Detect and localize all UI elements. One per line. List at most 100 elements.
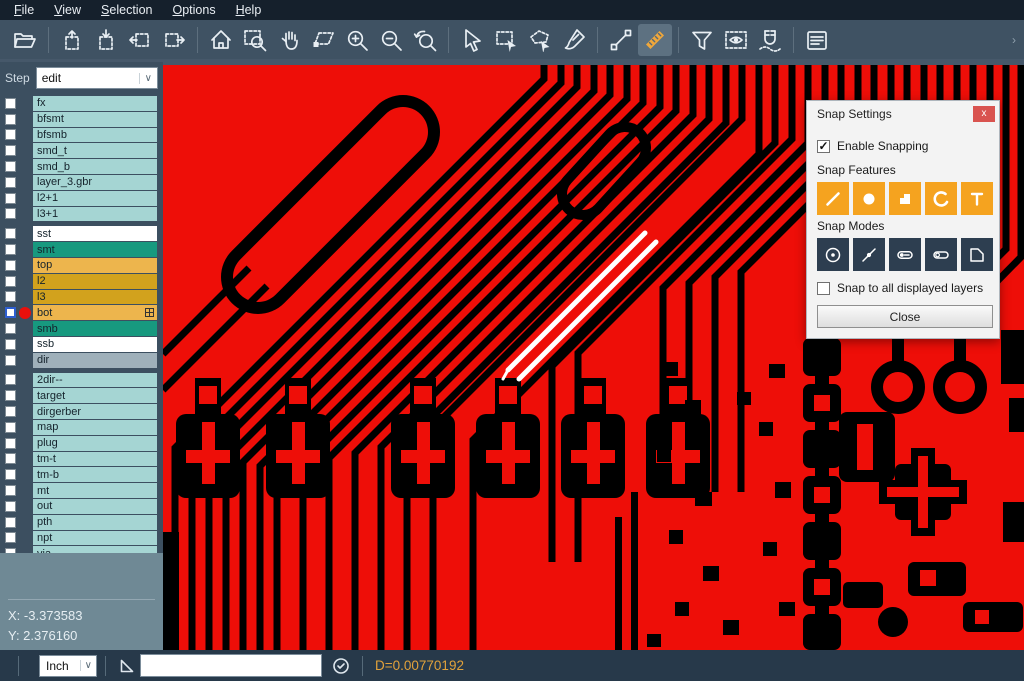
layer-row-l3[interactable]: l3	[0, 290, 163, 305]
layer-name[interactable]: target	[33, 388, 157, 403]
snap-all-layers-row[interactable]: Snap to all displayed layers	[817, 281, 993, 295]
layer-row-pth[interactable]: pth	[0, 515, 163, 530]
zoom-region-icon[interactable]	[238, 24, 272, 56]
layer-name[interactable]: bot	[33, 305, 157, 320]
pan-up-icon[interactable]	[55, 24, 89, 56]
layer-row-top[interactable]: top	[0, 258, 163, 273]
snap-midpoint-icon[interactable]	[853, 238, 885, 271]
unit-select[interactable]: Inch ∨	[39, 655, 97, 677]
layer-visibility-checkbox[interactable]	[5, 406, 16, 417]
measure-distance-icon[interactable]	[604, 24, 638, 56]
layer-visibility-checkbox[interactable]	[5, 501, 16, 512]
enable-snapping-row[interactable]: ✓ Enable Snapping	[817, 139, 993, 153]
layer-visibility-checkbox[interactable]	[5, 517, 16, 528]
zoom-area-icon[interactable]	[306, 24, 340, 56]
menu-view[interactable]: View	[44, 1, 91, 19]
toolbar-overflow-chevron[interactable]: ›	[1012, 33, 1016, 47]
layer-name[interactable]: tm-b	[33, 467, 157, 482]
layer-name[interactable]: bfsmb	[33, 128, 157, 143]
zoom-previous-icon[interactable]	[408, 24, 442, 56]
pan-hand-icon[interactable]	[272, 24, 306, 56]
layer-name[interactable]: bfsmt	[33, 112, 157, 127]
dialog-close-icon[interactable]: x	[973, 106, 995, 122]
layer-name[interactable]: npt	[33, 531, 157, 546]
report-icon[interactable]	[800, 24, 834, 56]
layer-name[interactable]: plug	[33, 436, 157, 451]
snap-all-layers-checkbox[interactable]	[817, 282, 830, 295]
layer-visibility-checkbox[interactable]	[5, 323, 16, 334]
circle-check-icon[interactable]	[328, 654, 354, 678]
angle-icon[interactable]	[114, 654, 140, 678]
layer-row-smd_t[interactable]: smd_t	[0, 143, 163, 158]
layer-row-l3+1[interactable]: l3+1	[0, 207, 163, 222]
layer-visibility-checkbox[interactable]	[5, 228, 16, 239]
layer-visibility-checkbox[interactable]	[5, 177, 16, 188]
zoom-in-icon[interactable]	[340, 24, 374, 56]
open-folder-icon[interactable]	[8, 24, 42, 56]
snap-corner-icon[interactable]	[961, 238, 993, 271]
brush-icon[interactable]	[557, 24, 591, 56]
layer-name[interactable]: smt	[33, 242, 157, 257]
layer-row-bfsmt[interactable]: bfsmt	[0, 112, 163, 127]
layer-name[interactable]: tm-t	[33, 452, 157, 467]
zoom-out-icon[interactable]	[374, 24, 408, 56]
layer-row-fx[interactable]: fx	[0, 96, 163, 111]
layer-row-l2+1[interactable]: l2+1	[0, 191, 163, 206]
layer-row-mt[interactable]: mt	[0, 483, 163, 498]
layer-row-tm-t[interactable]: tm-t	[0, 452, 163, 467]
snap-slot-outline-icon[interactable]	[925, 238, 957, 271]
layer-visibility-checkbox[interactable]	[5, 485, 16, 496]
menu-file[interactable]: File	[4, 1, 44, 19]
layer-row-sst[interactable]: sst	[0, 226, 163, 241]
layer-visibility-checkbox[interactable]	[5, 307, 16, 318]
layer-visibility-checkbox[interactable]	[5, 339, 16, 350]
layer-visibility-checkbox[interactable]	[5, 193, 16, 204]
snap-center-icon[interactable]	[817, 238, 849, 271]
layer-row-2dir--[interactable]: 2dir--	[0, 373, 163, 388]
layer-visibility-checkbox[interactable]	[5, 276, 16, 287]
layer-row-bfsmb[interactable]: bfsmb	[0, 128, 163, 143]
pan-left-icon[interactable]	[123, 24, 157, 56]
layer-row-smt[interactable]: smt	[0, 242, 163, 257]
layer-name[interactable]: fx	[33, 96, 157, 111]
layer-visibility-checkbox[interactable]	[5, 129, 16, 140]
layer-name[interactable]: smb	[33, 321, 157, 336]
home-icon[interactable]	[204, 24, 238, 56]
pad-feature-icon[interactable]	[853, 182, 885, 215]
layer-visibility-checkbox[interactable]	[5, 114, 16, 125]
snap-slot-icon[interactable]	[889, 238, 921, 271]
snap-magnet-icon[interactable]	[753, 24, 787, 56]
dialog-title-bar[interactable]: Snap Settings x	[807, 101, 999, 125]
layer-name[interactable]: l3+1	[33, 207, 157, 222]
layer-visibility-checkbox[interactable]	[5, 422, 16, 433]
layer-name[interactable]: layer_3.gbr	[33, 175, 157, 190]
layer-name[interactable]: l3	[33, 290, 157, 305]
layer-visibility-checkbox[interactable]	[5, 161, 16, 172]
layer-visibility-checkbox[interactable]	[5, 438, 16, 449]
menu-help[interactable]: Help	[226, 1, 272, 19]
text-feature-icon[interactable]	[961, 182, 993, 215]
select-cursor-icon[interactable]	[455, 24, 489, 56]
layer-row-l2[interactable]: l2	[0, 274, 163, 289]
layer-visibility-checkbox[interactable]	[5, 260, 16, 271]
pan-down-icon[interactable]	[89, 24, 123, 56]
layer-row-tm-b[interactable]: tm-b	[0, 467, 163, 482]
layer-visibility-checkbox[interactable]	[5, 244, 16, 255]
layer-row-out[interactable]: out	[0, 499, 163, 514]
layer-name[interactable]: 2dir--	[33, 373, 157, 388]
enable-snapping-checkbox[interactable]: ✓	[817, 140, 830, 153]
layer-row-smd_b[interactable]: smd_b	[0, 159, 163, 174]
layer-name[interactable]: dirgerber	[33, 404, 157, 419]
layer-row-plug[interactable]: plug	[0, 436, 163, 451]
surface-feature-icon[interactable]	[889, 182, 921, 215]
pan-right-icon[interactable]	[157, 24, 191, 56]
layer-name[interactable]: mt	[33, 483, 157, 498]
layer-name[interactable]: out	[33, 499, 157, 514]
layer-row-ssb[interactable]: ssb	[0, 337, 163, 352]
layer-row-bot[interactable]: bot	[0, 305, 163, 320]
layer-name[interactable]: ssb	[33, 337, 157, 352]
layer-visibility-checkbox[interactable]	[5, 532, 16, 543]
layer-visibility-checkbox[interactable]	[5, 145, 16, 156]
line-feature-icon[interactable]	[817, 182, 849, 215]
measure-value-input[interactable]	[140, 654, 322, 677]
